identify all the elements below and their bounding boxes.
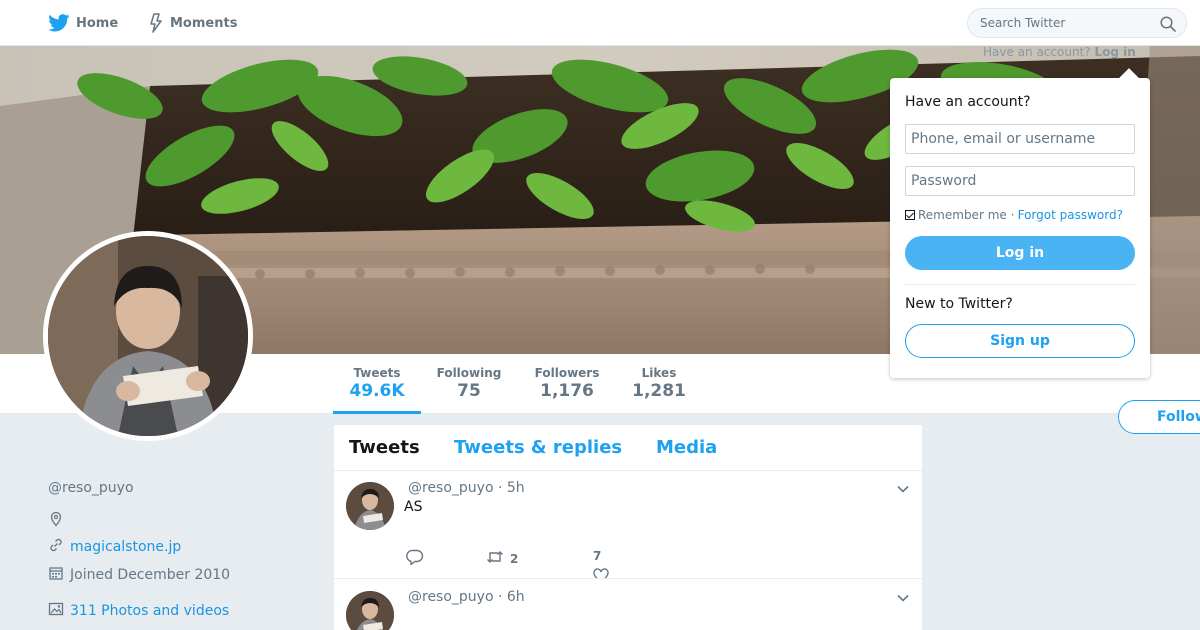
tweet-item[interactable]: @reso_puyo · 5h AS 2 7	[334, 471, 922, 579]
login-hint: Have an account? Log in	[983, 45, 1136, 59]
remember-separator: ·	[1010, 208, 1015, 222]
twitter-bird-icon	[48, 14, 70, 32]
login-divider	[905, 284, 1135, 285]
link-icon	[48, 537, 64, 557]
stat-following[interactable]: Following 75	[429, 354, 509, 414]
profile-card: @reso_puyo	[48, 450, 308, 496]
login-hint-link[interactable]: Log in	[1094, 45, 1135, 59]
search-icon[interactable]	[1160, 16, 1176, 36]
tweet-header: @reso_puyo · 5h	[408, 480, 525, 496]
profile-photos: 311 Photos and videos	[48, 601, 229, 621]
login-hint-text: Have an account?	[983, 45, 1091, 59]
new-to-twitter-label: New to Twitter?	[905, 296, 1013, 312]
tweet-text: AS	[404, 499, 423, 515]
tab-media[interactable]: Media	[656, 437, 717, 458]
remember-row: Remember me · Forgot password?	[905, 208, 1123, 222]
tweet-time[interactable]: · 5h	[498, 480, 525, 496]
search-box	[967, 8, 1187, 38]
retweet-action[interactable]: 2	[486, 549, 518, 568]
nav-moments-label: Moments	[170, 15, 238, 31]
profile-handle: @reso_puyo	[48, 480, 134, 496]
tweet-handle[interactable]: @reso_puyo	[408, 480, 494, 496]
stat-followers-label: Followers	[534, 366, 600, 380]
stat-following-value: 75	[457, 381, 481, 401]
retweet-count: 2	[510, 551, 519, 566]
login-button[interactable]: Log in	[905, 236, 1135, 270]
stat-tweets-value: 49.6K	[349, 381, 405, 401]
tweet-avatar[interactable]	[346, 482, 394, 530]
remember-checkbox[interactable]	[905, 210, 915, 220]
profile-website-link[interactable]: magicalstone.jp	[70, 539, 181, 555]
tab-tweets[interactable]: Tweets	[349, 437, 420, 458]
top-navigation-bar: Home Moments	[0, 0, 1200, 46]
timeline-tabs: Tweets Tweets & replies Media	[334, 425, 922, 471]
login-dropdown: Have an account? Remember me · Forgot pa…	[890, 68, 1150, 378]
nav-moments[interactable]: Moments	[148, 0, 237, 46]
chevron-down-icon[interactable]	[896, 481, 910, 500]
tab-tweets-replies[interactable]: Tweets & replies	[454, 437, 622, 458]
search-input[interactable]	[968, 16, 1148, 30]
profile-photos-link[interactable]: 311 Photos and videos	[70, 603, 229, 619]
nav-home-label: Home	[76, 15, 119, 31]
stat-tweets-label: Tweets	[353, 366, 401, 380]
remember-label[interactable]: Remember me	[918, 208, 1007, 222]
stat-likes-value: 1,281	[632, 381, 686, 401]
login-title: Have an account?	[905, 94, 1031, 110]
stat-likes-label: Likes	[641, 366, 677, 380]
profile-website: magicalstone.jp	[48, 537, 181, 557]
tweet-header: @reso_puyo · 6h	[408, 589, 525, 605]
retweet-icon	[486, 549, 504, 568]
tweet-avatar[interactable]	[346, 591, 394, 630]
photo-icon	[48, 601, 64, 621]
location-pin-icon	[48, 511, 64, 531]
tweet-time[interactable]: · 6h	[498, 589, 525, 605]
timeline: Tweets Tweets & replies Media @reso_puyo…	[334, 425, 922, 630]
password-field[interactable]	[905, 166, 1135, 196]
stat-tweets[interactable]: Tweets 49.6K	[333, 354, 421, 414]
forgot-password-link[interactable]: Forgot password?	[1018, 208, 1123, 222]
tweet-item[interactable]: @reso_puyo · 6h	[334, 579, 922, 630]
profile-joined: Joined December 2010	[48, 565, 230, 585]
like-action[interactable]: 7	[593, 549, 601, 563]
stat-followers[interactable]: Followers 1,176	[527, 354, 607, 414]
profile-joined-text: Joined December 2010	[70, 567, 231, 583]
follow-button[interactable]: Follow	[1118, 400, 1200, 434]
chevron-down-icon[interactable]	[896, 590, 910, 609]
nav-home[interactable]: Home	[48, 0, 118, 46]
stat-likes[interactable]: Likes 1,281	[625, 354, 693, 414]
heart-icon[interactable]	[593, 568, 609, 578]
username-field[interactable]	[905, 124, 1135, 154]
profile-avatar[interactable]	[43, 231, 253, 441]
signup-button[interactable]: Sign up	[905, 324, 1135, 358]
tweet-handle[interactable]: @reso_puyo	[408, 589, 494, 605]
calendar-icon	[48, 565, 64, 585]
reply-action[interactable]	[406, 549, 424, 568]
profile-location	[48, 511, 64, 531]
profile-name	[48, 450, 308, 476]
stat-followers-value: 1,176	[540, 381, 594, 401]
reply-icon	[406, 549, 424, 568]
stat-following-label: Following	[436, 366, 502, 380]
lightning-icon	[148, 13, 164, 33]
like-count: 7	[593, 549, 602, 563]
